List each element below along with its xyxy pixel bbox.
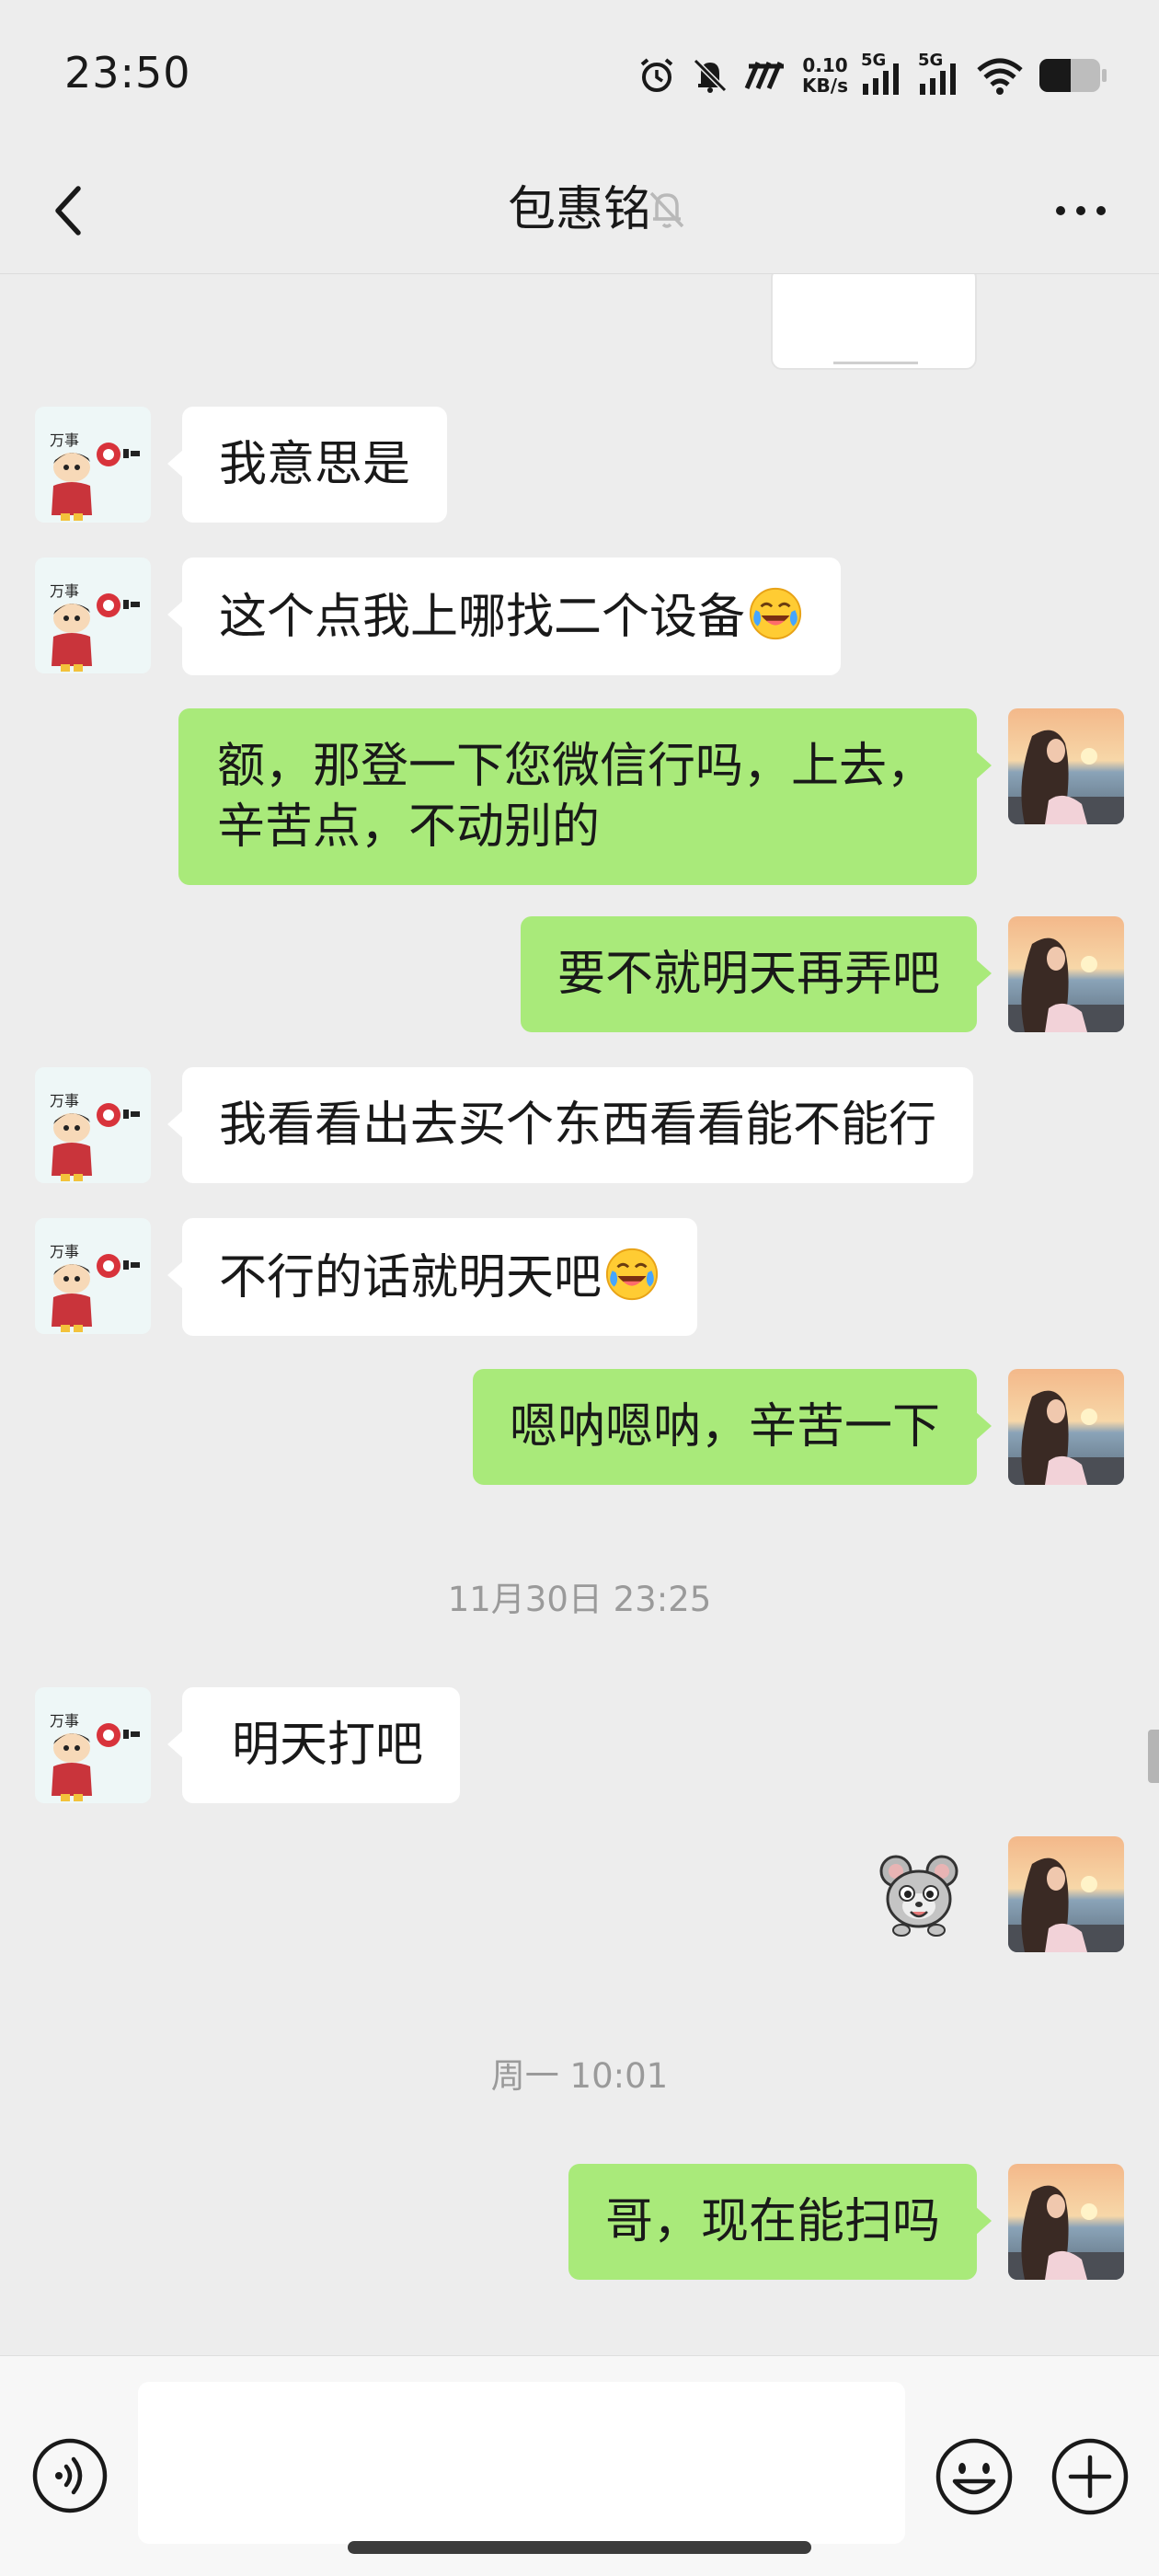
status-time: 23:50 <box>64 48 191 98</box>
message-bubble[interactable]: 额，那登一下您微信行吗，上去，辛苦点，不动别的 <box>178 708 992 885</box>
message-bubble[interactable]: 我意思是 <box>166 407 448 523</box>
message-timestamp: 周一 10:01 <box>490 2056 669 2096</box>
status-icons: 0.10 KB/s 5G 5G <box>637 50 1107 101</box>
alarm-icon <box>637 55 677 96</box>
message-list[interactable]: 我意思是 这个点我上哪找二个设备 额，那登一下您微信行吗，上去，辛苦点，不动别的… <box>0 274 1159 2355</box>
home-indicator[interactable] <box>348 2541 811 2554</box>
message-timestamp: 11月30日 23:25 <box>447 1580 712 1619</box>
net-speed: 0.10 KB/s <box>802 55 848 96</box>
message-bubble[interactable]: 要不就明天再弄吧 <box>520 916 993 1032</box>
message-input[interactable] <box>138 2382 905 2544</box>
message-bubble[interactable]: 明天打吧 <box>166 1687 461 1803</box>
more-dots-icon <box>1056 206 1065 215</box>
wifi-icon <box>975 55 1025 96</box>
message-bubble[interactable]: 我看看出去买个东西看看能不能行 <box>166 1067 974 1183</box>
message-bubble[interactable]: 哥，现在能扫吗 <box>568 2164 993 2280</box>
chat-header: 包惠铭 <box>0 147 1159 274</box>
avatar[interactable] <box>35 1067 151 1183</box>
avatar[interactable] <box>35 407 151 523</box>
net-speed-unit: KB/s <box>802 75 848 97</box>
signal-icon: 5G <box>861 51 905 97</box>
message-bubble[interactable]: 这个点我上哪找二个设备 <box>166 558 842 675</box>
message-bubble[interactable]: 嗯呐嗯呐，辛苦一下 <box>472 1369 993 1485</box>
smiley-icon[interactable] <box>935 2437 1014 2516</box>
rofl-emoji-icon <box>603 1246 660 1303</box>
plus-icon[interactable] <box>1050 2437 1130 2516</box>
avatar[interactable] <box>1008 1369 1124 1485</box>
rofl-emoji-icon <box>747 585 804 642</box>
avatar[interactable] <box>1008 1836 1124 1952</box>
avatar[interactable] <box>35 1687 151 1803</box>
sim2-label: 5G <box>918 51 944 70</box>
more-options-button[interactable] <box>1039 178 1122 243</box>
bell-off-icon <box>690 55 730 96</box>
battery-icon <box>1038 55 1107 96</box>
previous-card-message[interactable] <box>771 274 977 370</box>
avatar[interactable] <box>1008 708 1124 824</box>
net-speed-value: 0.10 <box>802 54 848 76</box>
chat-title[interactable]: 包惠铭 <box>0 175 1159 245</box>
scroll-indicator[interactable] <box>1148 1730 1159 1783</box>
avatar[interactable] <box>1008 916 1124 1032</box>
avatar[interactable] <box>35 558 151 673</box>
bell-off-icon <box>649 191 684 228</box>
status-bar: 23:50 0.10 KB/s 5G 5G <box>0 0 1159 147</box>
sim1-label: 5G <box>861 51 887 70</box>
avatar[interactable] <box>35 1218 151 1334</box>
mouse-sticker[interactable] <box>874 1849 964 1939</box>
nfc-icon <box>743 57 789 94</box>
message-bubble[interactable]: 不行的话就明天吧 <box>166 1218 698 1336</box>
signal-icon: 5G <box>918 51 962 97</box>
avatar[interactable] <box>1008 2164 1124 2280</box>
voice-icon[interactable] <box>31 2437 109 2514</box>
